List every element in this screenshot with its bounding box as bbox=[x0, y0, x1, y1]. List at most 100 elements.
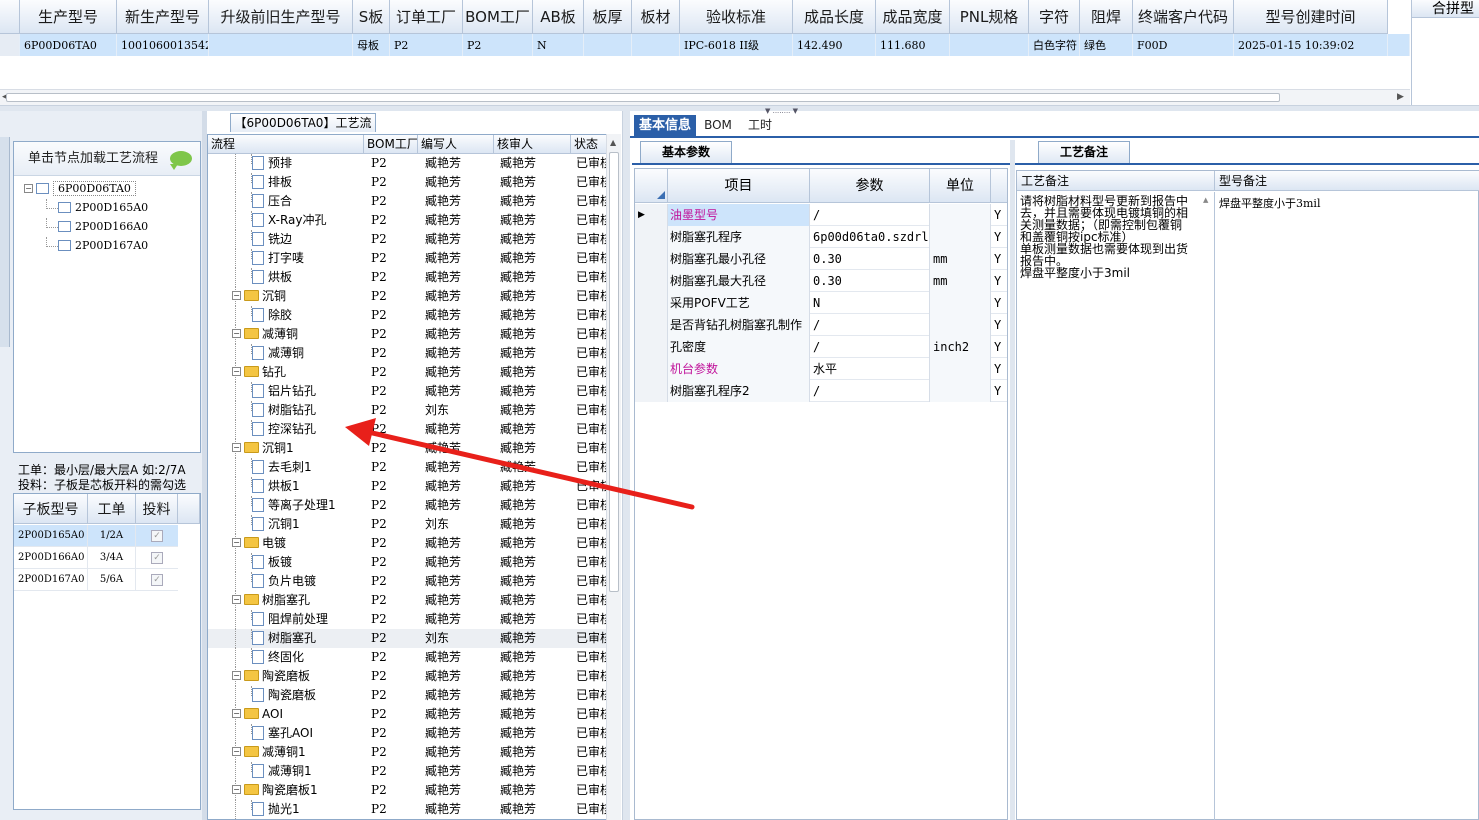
collapse-icon[interactable]: − bbox=[232, 709, 241, 718]
process-step[interactable]: 控深钻孔 bbox=[208, 420, 364, 439]
process-step[interactable]: 烘板1 bbox=[208, 477, 364, 496]
process-step[interactable]: − 减薄铜1 bbox=[208, 743, 364, 762]
process-row[interactable]: 阻焊前处理 P2 臧艳芳 臧艳芳 已审核 bbox=[208, 610, 620, 629]
process-step[interactable]: 等离子处理1 bbox=[208, 496, 364, 515]
column-header[interactable]: 升级前旧生产型号 bbox=[209, 0, 353, 34]
param-row[interactable]: 树脂塞孔程序2/ Y bbox=[635, 380, 1007, 402]
sub-row-model[interactable]: 2P00D166A0 bbox=[14, 547, 88, 569]
collapse-icon[interactable]: − bbox=[232, 367, 241, 376]
grid-cell[interactable]: 母板 bbox=[353, 34, 390, 56]
param-column-header[interactable]: 参数 bbox=[810, 169, 930, 203]
top-grid-scrollbar[interactable]: ◀ ▶ bbox=[0, 89, 1410, 105]
process-step[interactable]: − 钻孔 bbox=[208, 363, 364, 382]
column-header[interactable]: 新生产型号 bbox=[117, 0, 209, 34]
column-header[interactable]: 终端客户代码 bbox=[1133, 0, 1234, 34]
param-row[interactable]: 机台参数 水平 Y bbox=[635, 358, 1007, 380]
process-step[interactable]: 陶瓷磨板 bbox=[208, 686, 364, 705]
column-header[interactable]: PNL规格 bbox=[950, 0, 1029, 34]
process-row[interactable]: 排板 P2 臧艳芳 臧艳芳 已审核 bbox=[208, 173, 620, 192]
sub-row-checkbox[interactable]: ✓ bbox=[136, 547, 178, 569]
process-step[interactable]: 除胶 bbox=[208, 306, 364, 325]
process-step[interactable]: 塞孔AOI bbox=[208, 724, 364, 743]
column-header[interactable]: 字符 bbox=[1029, 0, 1080, 34]
process-row[interactable]: 预排 P2 臧艳芳 臧艳芳 已审核 bbox=[208, 154, 620, 173]
grid-cell[interactable]: P2 bbox=[390, 34, 463, 56]
column-header[interactable]: 板材 bbox=[632, 0, 680, 34]
process-step[interactable]: 终固化 bbox=[208, 648, 364, 667]
process-row[interactable]: − 减薄铜1 P2 臧艳芳 臧艳芳 已审核 bbox=[208, 743, 620, 762]
param-row[interactable]: 是否背钻孔树脂塞孔制作 / Y bbox=[635, 314, 1007, 336]
process-column-header[interactable]: 编写人 bbox=[418, 135, 494, 154]
process-step[interactable]: 树脂钻孔 bbox=[208, 401, 364, 420]
process-column-header[interactable]: BOM工厂 bbox=[364, 135, 418, 154]
process-step[interactable]: 板镀 bbox=[208, 553, 364, 572]
sub-row-checkbox[interactable]: ✓ bbox=[136, 525, 178, 547]
process-step[interactable]: 排板 bbox=[208, 173, 364, 192]
collapse-icon[interactable]: − bbox=[232, 671, 241, 680]
collapse-icon[interactable]: − bbox=[232, 595, 241, 604]
tab-basic-info[interactable]: 基本信息 bbox=[634, 115, 696, 136]
process-row[interactable]: 板镀 P2 臧艳芳 臧艳芳 已审核 bbox=[208, 553, 620, 572]
process-vscroll[interactable]: ▲ bbox=[606, 134, 621, 820]
param-row[interactable]: 树脂塞孔最大孔径 0.30 mm Y bbox=[635, 270, 1007, 292]
process-row[interactable]: 塞孔AOI P2 臧艳芳 臧艳芳 已审核 bbox=[208, 724, 620, 743]
grid-cell[interactable]: 111.680 bbox=[876, 34, 950, 56]
param-value[interactable]: N bbox=[810, 292, 930, 314]
grid-cell[interactable]: 10010600135426 bbox=[117, 34, 209, 56]
sub-row-checkbox[interactable]: ✓ bbox=[136, 569, 178, 591]
process-step[interactable]: − 减薄铜 bbox=[208, 325, 364, 344]
tree-node[interactable]: 2P00D165A0 bbox=[58, 201, 148, 217]
process-row[interactable]: 打字唛 P2 臧艳芳 臧艳芳 已审核 bbox=[208, 249, 620, 268]
process-row[interactable]: 树脂塞孔 P2 刘东 臧艳芳 已审核 bbox=[208, 629, 620, 648]
param-value[interactable]: 0.30 bbox=[810, 270, 930, 292]
param-value[interactable]: / bbox=[810, 380, 930, 402]
process-step[interactable]: 树脂塞孔 bbox=[208, 629, 364, 648]
process-step[interactable]: 抛光1 bbox=[208, 800, 364, 819]
process-step[interactable]: − 树脂塞孔 bbox=[208, 591, 364, 610]
process-row[interactable]: − 陶瓷磨板 P2 臧艳芳 臧艳芳 已审核 bbox=[208, 667, 620, 686]
grid-cell[interactable]: 绿色 bbox=[1080, 34, 1133, 56]
grid-cell[interactable]: F00D bbox=[1133, 34, 1234, 56]
scroll-up-arrow[interactable]: ▲ bbox=[610, 138, 616, 147]
grid-cell[interactable] bbox=[632, 34, 680, 56]
param-row[interactable]: 孔密度 / inch2 Y bbox=[635, 336, 1007, 358]
remark-scroll-arrow[interactable]: ▲ bbox=[1203, 196, 1208, 204]
process-step[interactable]: − 电镀 bbox=[208, 534, 364, 553]
column-header[interactable]: 成品宽度 bbox=[876, 0, 950, 34]
process-row[interactable]: − 电镀 P2 臧艳芳 臧艳芳 已审核 bbox=[208, 534, 620, 553]
grid-cell[interactable]: IPC-6018 II级 bbox=[680, 34, 793, 56]
grid-cell[interactable]: 白色字符 bbox=[1029, 34, 1080, 56]
middle-splitter[interactable] bbox=[622, 111, 630, 820]
process-step[interactable]: 预排 bbox=[208, 154, 364, 173]
sub-row-model[interactable]: 2P00D167A0 bbox=[14, 569, 88, 591]
process-row[interactable]: − 沉铜1 P2 臧艳芳 臧艳芳 已审核 bbox=[208, 439, 620, 458]
collapse-icon[interactable]: − bbox=[232, 785, 241, 794]
grid-cell[interactable]: 2025-01-15 10:39:02 bbox=[1234, 34, 1388, 56]
sub-grid-header[interactable] bbox=[178, 494, 200, 524]
process-step[interactable]: 压合 bbox=[208, 192, 364, 211]
param-column-header[interactable]: 项目 bbox=[668, 169, 810, 203]
process-step[interactable]: X-Ray冲孔 bbox=[208, 211, 364, 230]
grid-cell[interactable]: N bbox=[533, 34, 584, 56]
grid-cell[interactable]: 142.490 bbox=[793, 34, 876, 56]
scroll-thumb-v[interactable] bbox=[609, 152, 619, 592]
process-row[interactable]: 压合 P2 臧艳芳 臧艳芳 已审核 bbox=[208, 192, 620, 211]
process-row[interactable]: 树脂钻孔 P2 刘东 臧艳芳 已审核 bbox=[208, 401, 620, 420]
process-step[interactable]: 阻焊前处理 bbox=[208, 610, 364, 629]
column-header[interactable]: 阻焊 bbox=[1080, 0, 1133, 34]
column-header[interactable]: 板厚 bbox=[584, 0, 632, 34]
process-row[interactable]: 烘板 P2 臧艳芳 臧艳芳 已审核 bbox=[208, 268, 620, 287]
param-row[interactable]: ▶ 油墨型号 / Y bbox=[635, 204, 1007, 226]
process-row[interactable]: 终固化 P2 臧艳芳 臧艳芳 已审核 bbox=[208, 648, 620, 667]
process-row[interactable]: − 沉铜 P2 臧艳芳 臧艳芳 已审核 bbox=[208, 287, 620, 306]
param-row[interactable]: 树脂塞孔最小孔径 0.30 mm Y bbox=[635, 248, 1007, 270]
sub-grid-header[interactable]: 工单 bbox=[88, 494, 136, 524]
param-value[interactable]: / bbox=[810, 204, 930, 226]
collapse-icon[interactable]: − bbox=[232, 443, 241, 452]
sub-row-order[interactable]: 1/2A bbox=[88, 525, 136, 547]
process-step[interactable]: 负片电镀 bbox=[208, 572, 364, 591]
process-row[interactable]: 抛光1 P2 臧艳芳 臧艳芳 已审核 bbox=[208, 800, 620, 819]
process-step[interactable]: 打字唛 bbox=[208, 249, 364, 268]
process-row[interactable]: 控深钻孔 P2 臧艳芳 臧艳芳 已审核 bbox=[208, 420, 620, 439]
grid-cell[interactable]: 6P00D06TA0 bbox=[20, 34, 117, 56]
